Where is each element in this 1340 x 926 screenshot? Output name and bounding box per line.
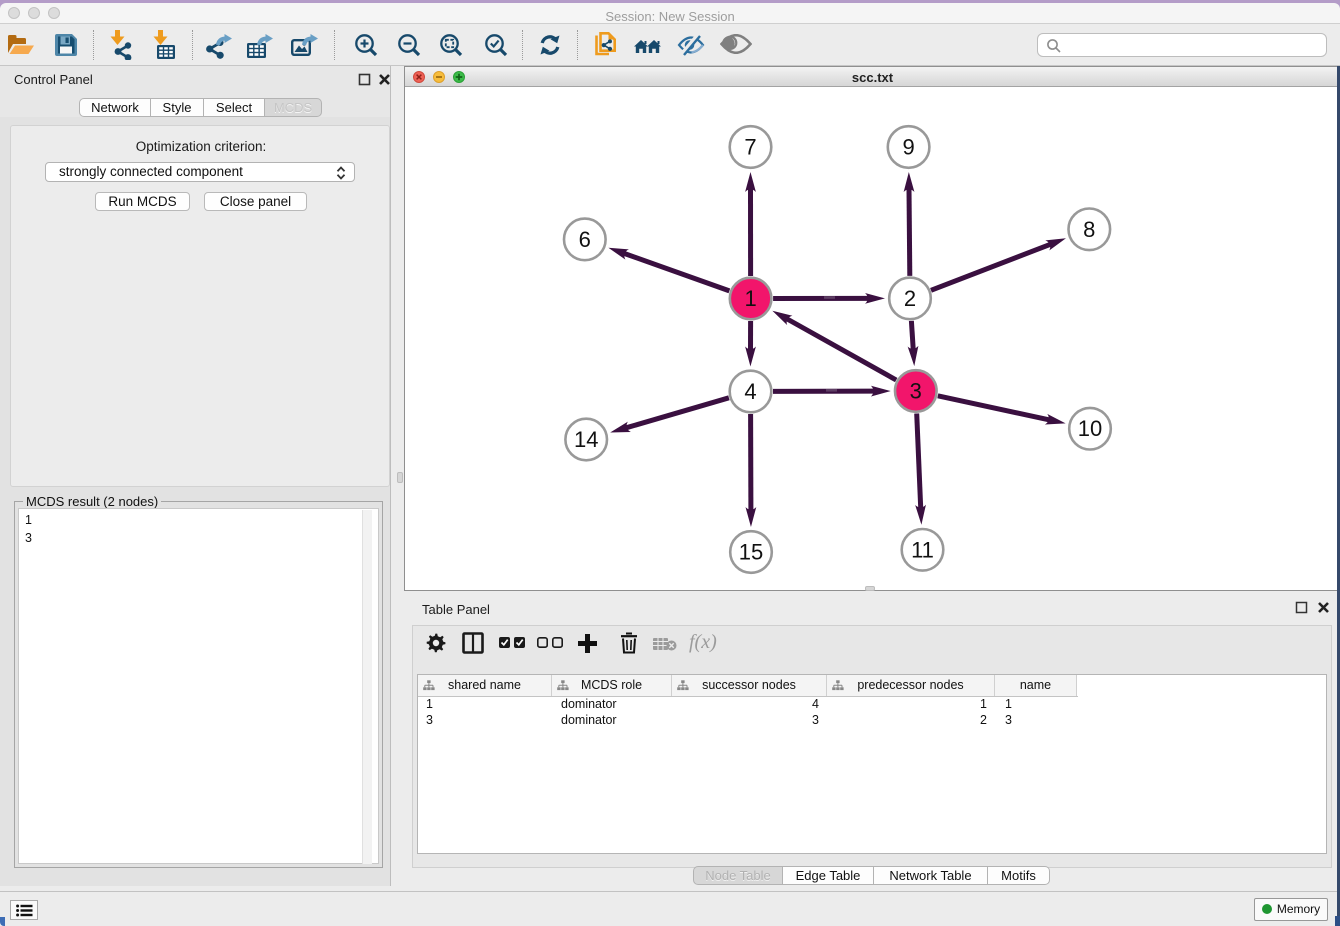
svg-text:4: 4	[744, 379, 756, 404]
svg-text:3: 3	[910, 379, 922, 404]
svg-text:11: 11	[911, 537, 934, 562]
svg-text:10: 10	[1078, 416, 1102, 441]
svg-text:2: 2	[904, 286, 916, 311]
svg-text:1: 1	[744, 286, 756, 311]
svg-text:15: 15	[739, 540, 763, 565]
svg-text:7: 7	[744, 135, 756, 160]
svg-text:8: 8	[1083, 217, 1095, 242]
svg-text:6: 6	[579, 227, 591, 252]
svg-text:14: 14	[574, 427, 598, 452]
svg-text:9: 9	[902, 135, 914, 160]
